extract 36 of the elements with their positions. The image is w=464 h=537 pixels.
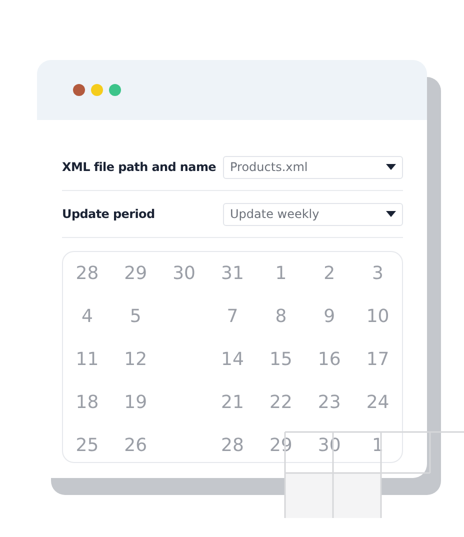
calendar-day[interactable]: 9 [324, 306, 336, 327]
field-label: XML file path and name [62, 160, 216, 174]
calendar-day[interactable]: 17 [366, 349, 390, 370]
calendar-day[interactable]: 29 [269, 435, 292, 456]
calendar-day[interactable]: 4 [81, 306, 93, 327]
calendar-day[interactable]: 8 [275, 306, 287, 327]
calendar-day[interactable]: 11 [76, 349, 99, 370]
dropdown[interactable]: Update weekly [223, 202, 403, 226]
calendar-day[interactable]: 15 [269, 349, 292, 370]
calendar-day[interactable]: 31 [221, 263, 244, 284]
calendar-day[interactable]: 28 [76, 263, 99, 284]
calendar-day[interactable]: 25 [76, 435, 99, 456]
calendar-day[interactable]: 22 [269, 392, 292, 413]
calendar-day[interactable]: 23 [318, 392, 341, 413]
calendar-day[interactable]: 5 [130, 306, 142, 327]
calendar-day[interactable]: 7 [226, 306, 238, 327]
calendar-day[interactable]: 24 [366, 392, 390, 413]
field-label: Update period [62, 207, 155, 221]
calendar-day[interactable]: 1 [372, 435, 384, 456]
calendar-day[interactable]: 16 [318, 349, 341, 370]
calendar-day[interactable]: 30 [172, 263, 196, 284]
calendar-day[interactable]: 10 [366, 306, 390, 327]
calendar-day[interactable]: 21 [221, 392, 244, 413]
calendar-day[interactable]: 18 [76, 392, 99, 413]
calendar-day[interactable]: 2 [324, 263, 336, 284]
calendar-day[interactable]: 14 [221, 349, 244, 370]
calendar-day[interactable]: 26 [124, 435, 148, 456]
calendar-day[interactable]: 1 [275, 263, 287, 284]
calendar-day[interactable]: 19 [124, 392, 148, 413]
calendar-day[interactable]: 12 [124, 349, 148, 370]
caret-icon [386, 164, 396, 170]
dropdown[interactable]: Products.xml [223, 156, 403, 178]
calendar-day[interactable]: 3 [372, 263, 384, 284]
calendar-day[interactable]: 29 [124, 263, 148, 284]
caret-icon [386, 211, 396, 217]
calendar-day[interactable]: 28 [221, 435, 244, 456]
